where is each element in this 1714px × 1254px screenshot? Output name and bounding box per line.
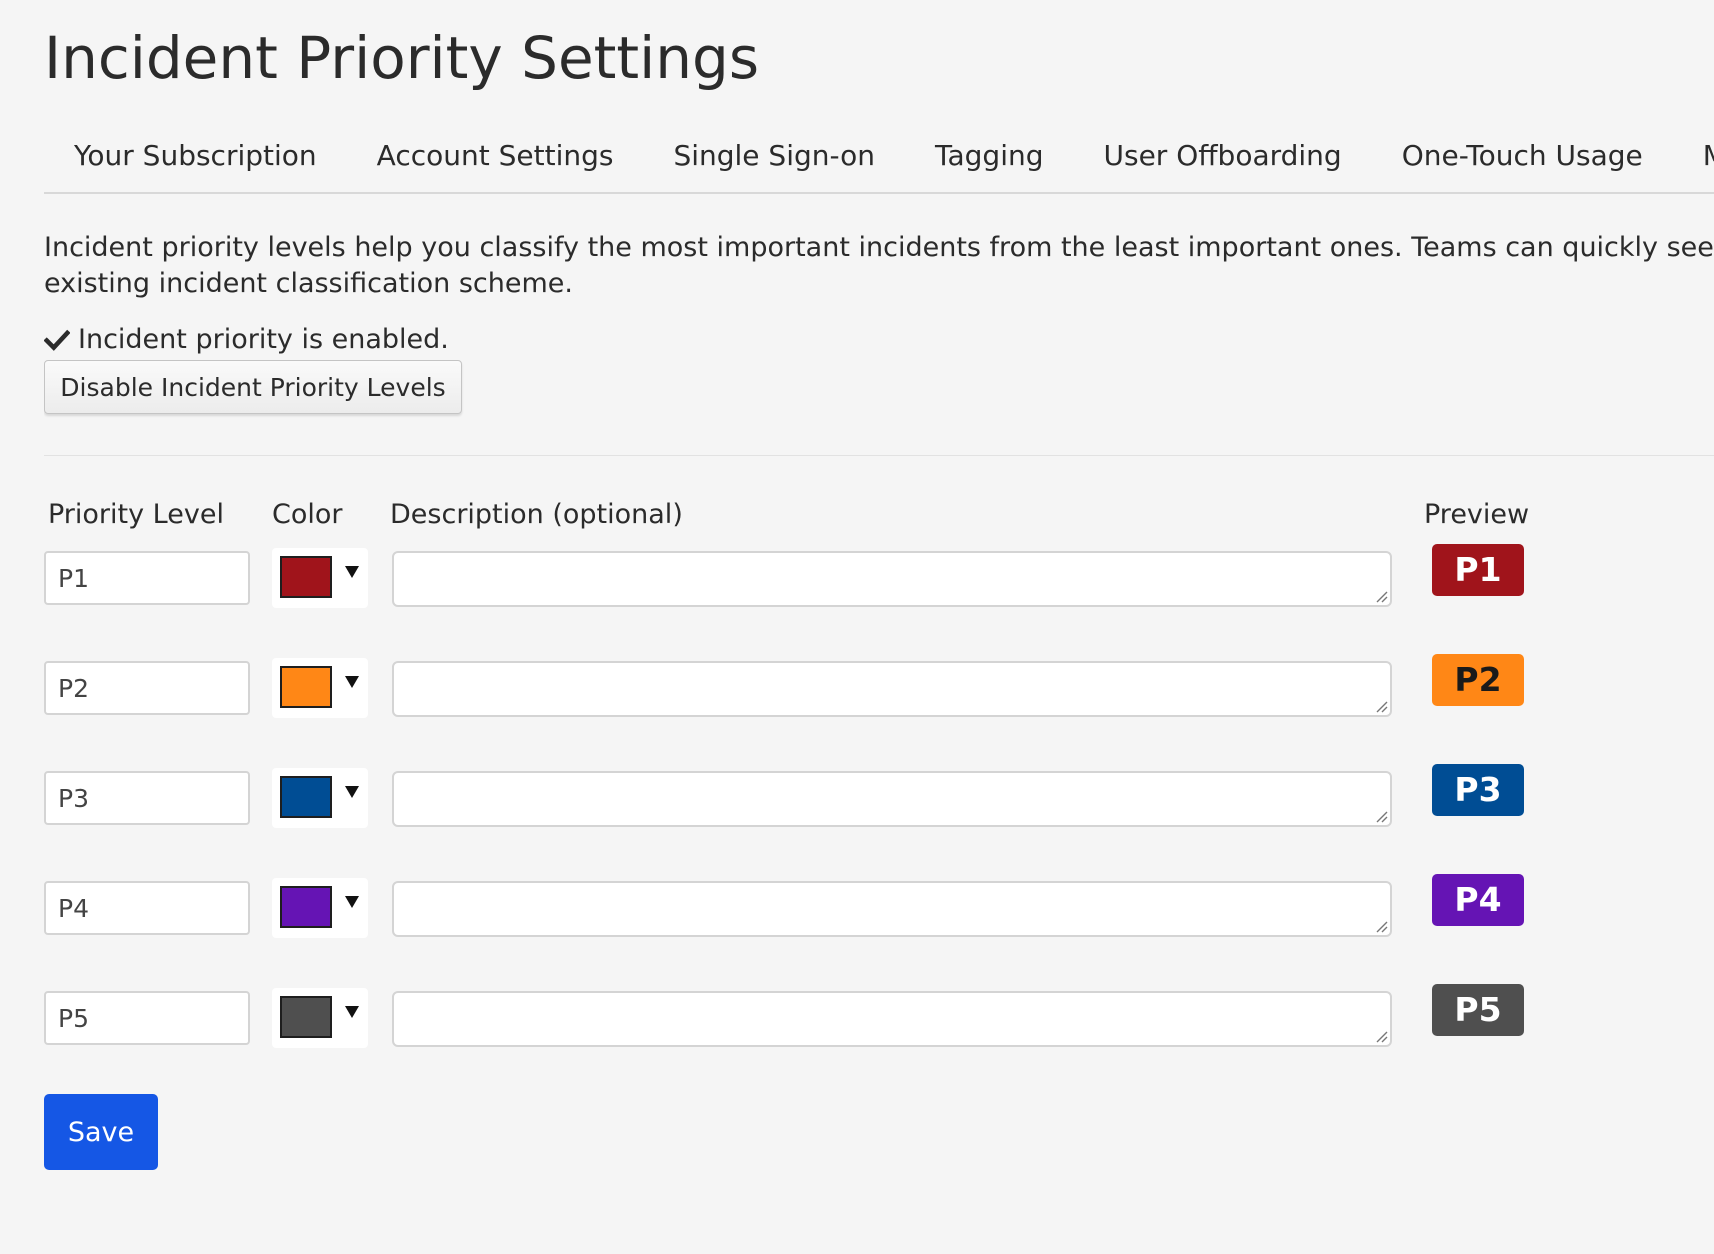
preview-badge: P4 [1432,874,1524,926]
preview-header: Preview [1424,499,1530,530]
color-swatch [280,996,332,1038]
color-swatch [280,556,332,598]
priority-level-input[interactable] [44,881,250,935]
resize-grip-icon[interactable] [1376,1031,1388,1043]
tab-account-settings[interactable]: Account Settings [347,128,644,192]
intro-text: Incident priority levels help you classi… [44,230,1714,302]
resize-grip-icon[interactable] [1376,591,1388,603]
priority-level-header: Priority Level [48,499,224,530]
priority-row: P2 [44,654,1664,718]
priority-level-input[interactable] [44,661,250,715]
tab-single-sign-on[interactable]: Single Sign-on [643,128,905,192]
page-title: Incident Priority Settings [44,24,760,92]
preview-badge: P3 [1432,764,1524,816]
chevron-down-icon [345,676,359,688]
preview-badge: P5 [1432,984,1524,1036]
chevron-down-icon [345,566,359,578]
priority-level-input[interactable] [44,771,250,825]
color-picker[interactable] [272,548,368,608]
resize-grip-icon[interactable] [1376,921,1388,933]
chevron-down-icon [345,896,359,908]
check-icon [44,329,70,351]
color-picker[interactable] [272,658,368,718]
priority-row: P4 [44,874,1664,938]
color-header: Color [272,499,343,530]
color-picker[interactable] [272,768,368,828]
preview-badge: P1 [1432,544,1524,596]
priority-level-input[interactable] [44,991,250,1045]
intro-line-2: existing incident classification scheme. [44,268,573,299]
tab-one-touch-usage[interactable]: One-Touch Usage [1372,128,1673,192]
incident-priority-settings-page: Incident Priority Settings Your Subscrip… [44,0,1714,1254]
priority-status: Incident priority is enabled. [44,322,449,358]
priority-status-text: Incident priority is enabled. [78,324,449,355]
description-header: Description (optional) [390,499,683,530]
chevron-down-icon [345,1006,359,1018]
tab-your-subscription[interactable]: Your Subscription [44,128,347,192]
priority-row: P5 [44,984,1664,1048]
tab-user-offboarding[interactable]: User Offboarding [1074,128,1372,192]
chevron-down-icon [345,786,359,798]
color-picker[interactable] [272,988,368,1048]
description-input[interactable] [392,551,1392,607]
priority-row: P1 [44,544,1664,608]
section-divider [44,455,1714,456]
preview-badge: P2 [1432,654,1524,706]
priority-row: P3 [44,764,1664,828]
resize-grip-icon[interactable] [1376,811,1388,823]
priority-level-input[interactable] [44,551,250,605]
tab-tagging[interactable]: Tagging [905,128,1073,192]
settings-tabs: Your Subscription Account Settings Singl… [44,128,1714,194]
description-input[interactable] [392,771,1392,827]
color-swatch [280,776,332,818]
disable-priority-levels-button[interactable]: Disable Incident Priority Levels [44,360,462,414]
color-swatch [280,666,332,708]
save-button[interactable]: Save [44,1094,158,1170]
color-picker[interactable] [272,878,368,938]
color-swatch [280,886,332,928]
tab-mobile[interactable]: Mobile [1673,128,1714,192]
description-input[interactable] [392,991,1392,1047]
intro-line-1: Incident priority levels help you classi… [44,232,1714,263]
description-input[interactable] [392,881,1392,937]
resize-grip-icon[interactable] [1376,701,1388,713]
description-input[interactable] [392,661,1392,717]
